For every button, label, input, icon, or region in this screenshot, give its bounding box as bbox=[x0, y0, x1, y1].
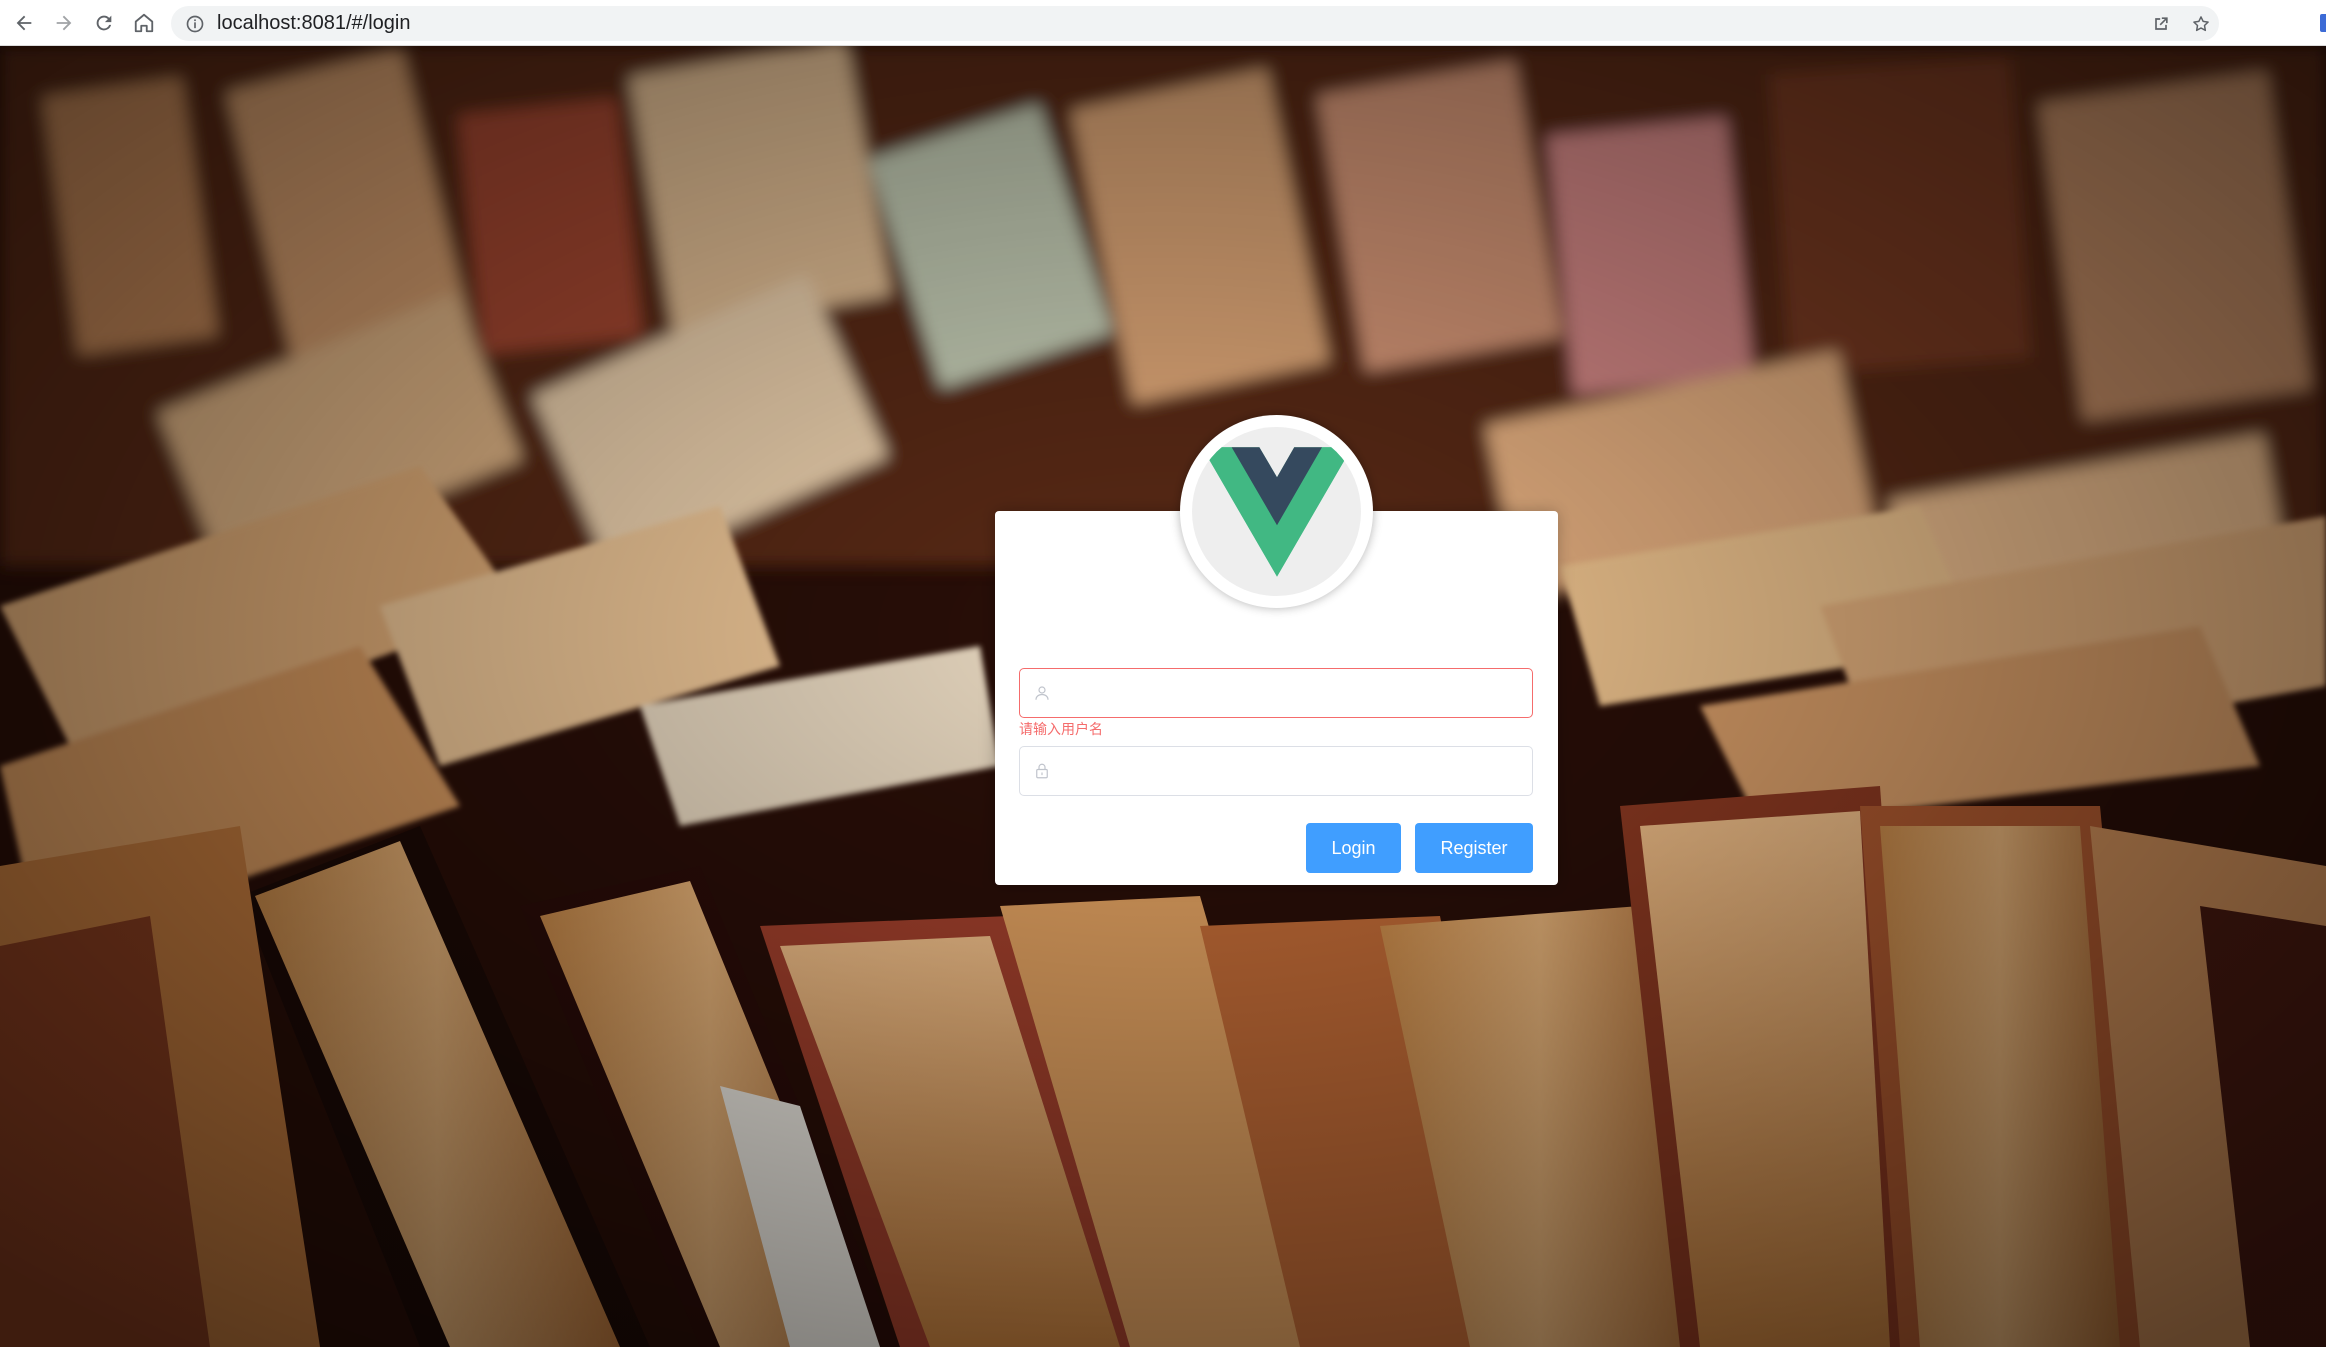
user-icon bbox=[1020, 684, 1064, 702]
reload-icon bbox=[96, 15, 112, 30]
lock-icon bbox=[1020, 762, 1064, 780]
address-url[interactable]: localhost:8081/#/login bbox=[217, 12, 410, 35]
username-field[interactable] bbox=[1019, 668, 1533, 718]
forward-button[interactable] bbox=[44, 3, 84, 43]
site-info-icon[interactable] bbox=[185, 14, 205, 34]
browser-toolbar: localhost:8081/#/login bbox=[0, 0, 2326, 46]
reload-button[interactable] bbox=[84, 3, 124, 43]
share-icon[interactable] bbox=[2151, 14, 2171, 34]
back-button[interactable] bbox=[4, 3, 44, 43]
username-error-message: 请输入用户名 bbox=[1019, 722, 1103, 738]
extension-icon[interactable] bbox=[2320, 14, 2326, 32]
register-button[interactable]: Register bbox=[1415, 823, 1533, 873]
address-bar[interactable]: localhost:8081/#/login bbox=[171, 6, 2219, 41]
back-arrow-icon bbox=[16, 15, 32, 30]
password-field[interactable] bbox=[1019, 746, 1533, 796]
password-input[interactable] bbox=[1064, 747, 1532, 795]
home-button[interactable] bbox=[124, 3, 164, 43]
vue-logo-icon bbox=[1201, 446, 1352, 577]
username-input[interactable] bbox=[1064, 669, 1532, 717]
bookmark-star-icon[interactable] bbox=[2191, 14, 2211, 34]
logo-avatar bbox=[1180, 415, 1373, 608]
home-icon bbox=[134, 13, 154, 32]
forward-arrow-icon bbox=[56, 15, 72, 30]
login-button[interactable]: Login bbox=[1306, 823, 1401, 873]
